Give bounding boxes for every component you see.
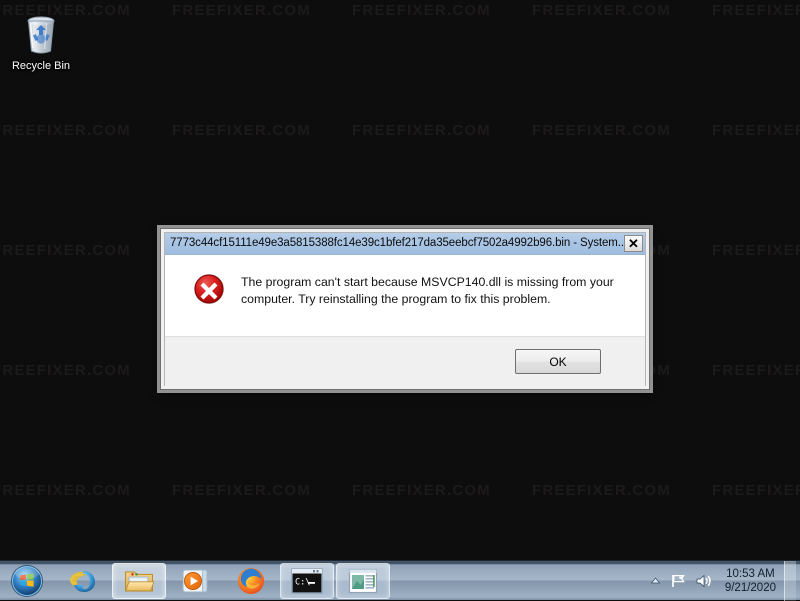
watermark-text: FREEFIXER.COM bbox=[0, 362, 131, 379]
watermark-text: FREEFIXER.COM bbox=[352, 2, 491, 19]
watermark-text: FREEFIXER.COM bbox=[532, 482, 671, 499]
watermark-text: FREEFIXER.COM bbox=[532, 122, 671, 139]
error-dialog[interactable]: 7773c44cf15111e49e3a5815388fc14e39c1bfef… bbox=[160, 228, 650, 390]
volume-speaker-icon[interactable] bbox=[695, 573, 712, 589]
dialog-title-text: 7773c44cf15111e49e3a5815388fc14e39c1bfef… bbox=[170, 237, 624, 249]
watermark-text: FREEFIXER.COM bbox=[0, 482, 131, 499]
recycle-bin-icon bbox=[17, 10, 65, 58]
watermark-text: FREEFIXER.COM bbox=[712, 482, 800, 499]
clock[interactable]: 10:53 AM 9/21/2020 bbox=[721, 567, 784, 595]
watermark-text: FREEFIXER.COM bbox=[712, 122, 800, 139]
watermark-text: FREEFIXER.COM bbox=[712, 362, 800, 379]
tray-icons bbox=[646, 573, 721, 589]
taskbar-item-document-window[interactable] bbox=[336, 562, 390, 599]
taskbar-item-command-prompt[interactable]: C:\ bbox=[280, 562, 334, 599]
ok-button[interactable]: OK bbox=[515, 349, 601, 374]
start-button[interactable] bbox=[0, 561, 54, 601]
dialog-button-area: OK bbox=[165, 337, 645, 386]
taskbar-item-windows-media-player[interactable] bbox=[168, 563, 222, 599]
dialog-inner-frame: 7773c44cf15111e49e3a5815388fc14e39c1bfef… bbox=[164, 232, 646, 386]
taskbar-item-windows-explorer[interactable] bbox=[112, 562, 166, 599]
taskbar[interactable]: C:\ 10:53 AM 9/21/2020 bbox=[0, 560, 800, 601]
error-icon bbox=[193, 273, 225, 305]
watermark-text: FREEFIXER.COM bbox=[172, 482, 311, 499]
watermark-text: FREEFIXER.COM bbox=[352, 122, 491, 139]
show-desktop-button[interactable] bbox=[784, 560, 796, 601]
watermark-text: FREEFIXER.COM bbox=[352, 482, 491, 499]
watermark-text: FREEFIXER.COM bbox=[712, 2, 800, 19]
watermark-text: FREEFIXER.COM bbox=[532, 2, 671, 19]
taskbar-item-firefox[interactable] bbox=[224, 563, 278, 599]
close-glyph: ✕ bbox=[628, 236, 639, 251]
watermark-text: FREEFIXER.COM bbox=[712, 242, 800, 259]
system-tray: 10:53 AM 9/21/2020 bbox=[646, 560, 800, 601]
desktop-icon-label: Recycle Bin bbox=[11, 60, 71, 72]
desktop-icon-recycle-bin[interactable]: Recycle Bin bbox=[8, 6, 74, 73]
dialog-title-bar[interactable]: 7773c44cf15111e49e3a5815388fc14e39c1bfef… bbox=[165, 233, 645, 255]
watermark-text: FREEFIXER.COM bbox=[0, 122, 131, 139]
watermark-text: FREEFIXER.COM bbox=[172, 122, 311, 139]
clock-time: 10:53 AM bbox=[726, 567, 775, 580]
watermark-text: FREEFIXER.COM bbox=[172, 2, 311, 19]
taskbar-item-internet-explorer[interactable] bbox=[56, 563, 110, 599]
show-hidden-icons-chevron-up-icon[interactable] bbox=[650, 576, 661, 585]
clock-date: 9/21/2020 bbox=[724, 581, 776, 594]
action-center-flag-icon[interactable] bbox=[670, 573, 686, 589]
dialog-message-text: The program can't start because MSVCP140… bbox=[241, 275, 614, 306]
desktop[interactable]: FREEFIXER.COM FREEFIXER.COM FREEFIXER.COM F… bbox=[0, 0, 800, 560]
dialog-message-area: The program can't start because MSVCP140… bbox=[165, 255, 645, 337]
watermark-text: FREEFIXER.COM bbox=[0, 242, 131, 259]
close-icon[interactable]: ✕ bbox=[624, 235, 643, 252]
